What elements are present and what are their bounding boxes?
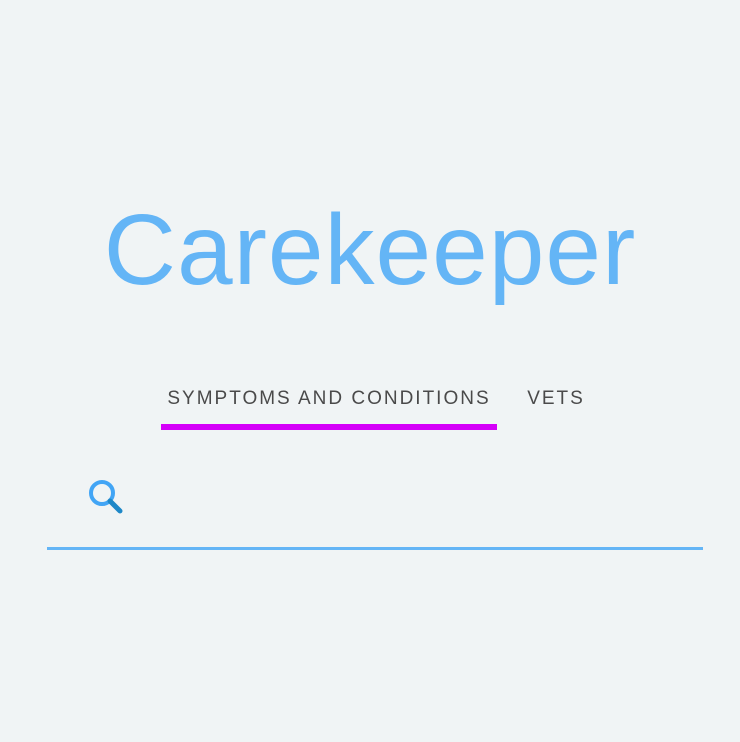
app-title: Carekeeper [103,194,637,306]
tab-bar: SYMPTOMS AND CONDITIONS VETS [0,380,740,432]
search-icon[interactable] [85,476,127,518]
active-tab-indicator [161,424,497,430]
search-bar [47,470,703,550]
tab-label: VETS [527,388,585,409]
search-input[interactable] [147,474,691,520]
tab-label: SYMPTOMS AND CONDITIONS [167,388,491,409]
tab-vets[interactable]: VETS [515,380,597,432]
